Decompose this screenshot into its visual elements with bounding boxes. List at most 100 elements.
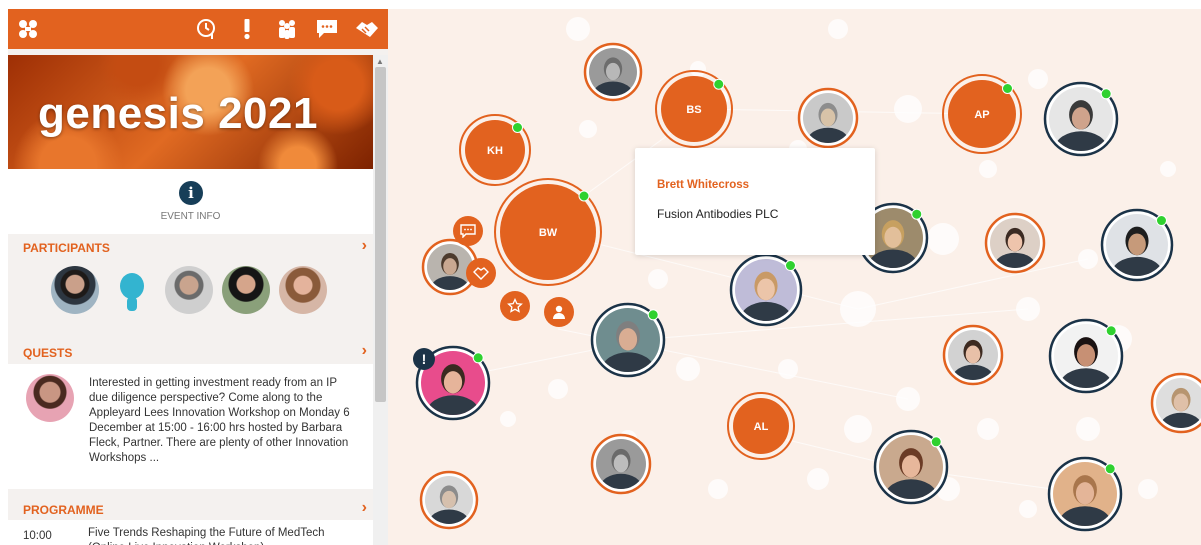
- hub-chat-button[interactable]: [453, 216, 483, 246]
- sidebar: genesis 2021 ▲ i EVENT INFO PARTICIPANTS…: [8, 9, 388, 545]
- quests-header[interactable]: QUESTS ›: [8, 339, 373, 363]
- participant-avatar[interactable]: [279, 266, 327, 314]
- participant-node[interactable]: [873, 429, 949, 514]
- background-bubble: [977, 418, 999, 440]
- event-info-label: EVENT INFO: [160, 211, 221, 222]
- participants-chevron-icon[interactable]: ›: [362, 237, 367, 255]
- participant-node[interactable]: [590, 433, 652, 502]
- node-bs[interactable]: BS: [655, 70, 733, 148]
- quest-text: Interested in getting investment ready f…: [89, 377, 350, 464]
- scrollbar-thumb[interactable]: [375, 67, 386, 402]
- top-toolbar: [8, 9, 388, 49]
- participant-card[interactable]: Brett Whitecross Fusion Antibodies PLC: [635, 148, 875, 255]
- online-status-dot: [472, 352, 484, 364]
- participant-node[interactable]: [1150, 372, 1201, 441]
- chat-icon: [460, 224, 476, 238]
- programme-item[interactable]: 10:00 Five Trends Reshaping the Future o…: [8, 520, 373, 545]
- participant-node[interactable]: [942, 324, 1004, 393]
- event-info-button[interactable]: i EVENT INFO: [8, 169, 373, 234]
- participant-node[interactable]: [797, 87, 859, 156]
- node-kh[interactable]: KH: [459, 114, 531, 186]
- online-status-dot: [512, 122, 523, 133]
- people-icon[interactable]: [274, 16, 300, 42]
- online-status-dot: [1105, 325, 1117, 337]
- online-status-dot: [784, 260, 796, 272]
- online-status-dot: [1100, 88, 1112, 100]
- node-ap[interactable]: AP: [942, 74, 1022, 154]
- banner-title: genesis 2021: [38, 89, 318, 138]
- participant-avatar[interactable]: [165, 266, 213, 314]
- scroll-up-arrow-icon[interactable]: ▲: [376, 57, 384, 66]
- programme-title: PROGRAMME: [23, 503, 104, 517]
- online-status-dot: [713, 78, 725, 90]
- participant-avatar[interactable]: [51, 266, 99, 314]
- network-graph: KH BS AP BW AL: [415, 17, 1201, 541]
- background-bubble: [548, 379, 568, 399]
- background-bubble: [844, 415, 872, 443]
- online-status-dot: [911, 208, 923, 220]
- programme-header[interactable]: PROGRAMME ›: [8, 496, 373, 520]
- participant-node[interactable]: [419, 470, 479, 536]
- background-bubble: [1138, 479, 1158, 499]
- background-bubble: [807, 468, 829, 490]
- info-icon: i: [179, 181, 203, 205]
- online-status-dot: [647, 309, 659, 321]
- handshake-icon[interactable]: [354, 16, 380, 42]
- node-initials: AL: [754, 421, 769, 433]
- online-status-dot: [1104, 463, 1116, 475]
- node-initials: AP: [974, 109, 989, 121]
- background-bubble: [676, 357, 700, 381]
- online-status-dot: [1155, 215, 1167, 227]
- background-bubble: [894, 95, 922, 123]
- background-bubble: [690, 61, 706, 77]
- background-bubble: [579, 120, 597, 138]
- programme-time: 10:00: [23, 530, 52, 542]
- background-bubble: [500, 411, 516, 427]
- node-initials: KH: [487, 145, 503, 157]
- network-view[interactable]: KH BS AP BW AL ! Brett Whitecross Fusion Ant…: [388, 9, 1201, 545]
- online-status-dot: [578, 190, 590, 202]
- hub-handshake-button[interactable]: [466, 258, 496, 288]
- quests-chevron-icon[interactable]: ›: [362, 342, 367, 360]
- participants-header[interactable]: PARTICIPANTS ›: [8, 234, 373, 258]
- event-banner: genesis 2021: [8, 55, 373, 169]
- participant-node[interactable]: [729, 253, 803, 336]
- programme-chevron-icon[interactable]: ›: [362, 499, 367, 517]
- participant-avatar-placeholder[interactable]: [108, 266, 156, 314]
- card-organization: Fusion Antibodies PLC: [657, 207, 779, 221]
- star-icon: [507, 298, 523, 313]
- background-bubble: [708, 479, 728, 499]
- participant-avatar[interactable]: [222, 266, 270, 314]
- alert-badge[interactable]: !: [413, 348, 435, 370]
- participant-node[interactable]: [1048, 318, 1124, 403]
- background-bubble: [927, 223, 959, 255]
- participant-node[interactable]: [1043, 81, 1119, 166]
- background-bubble: [979, 160, 997, 178]
- clock-icon[interactable]: [194, 16, 220, 42]
- quest-avatar: [26, 374, 74, 422]
- online-status-dot: [1002, 83, 1013, 94]
- sidebar-scrollbar[interactable]: ▲: [373, 55, 388, 545]
- background-bubble: [1160, 161, 1176, 177]
- participant-node[interactable]: [1047, 456, 1123, 541]
- participant-node[interactable]: [583, 42, 643, 108]
- background-bubble: [1019, 500, 1037, 518]
- participants-list: [8, 258, 373, 338]
- hub-profile-button[interactable]: [544, 297, 574, 327]
- chat-icon[interactable]: [314, 16, 340, 42]
- quest-item[interactable]: Interested in getting investment ready f…: [8, 364, 373, 489]
- participant-node[interactable]: [590, 302, 666, 387]
- sidebar-content: i EVENT INFO PARTICIPANTS › QUESTS › Int…: [8, 169, 373, 545]
- card-participant-name[interactable]: Brett Whitecross: [657, 179, 749, 191]
- participant-node[interactable]: [1100, 208, 1174, 291]
- background-bubble: [648, 269, 668, 289]
- background-bubble: [1028, 69, 1048, 89]
- node-bw[interactable]: BW: [494, 178, 602, 286]
- exclamation-icon[interactable]: [234, 16, 260, 42]
- genesis-logo-icon[interactable]: [8, 9, 48, 49]
- node-initials: BS: [686, 104, 701, 116]
- quests-title: QUESTS: [23, 346, 73, 360]
- node-al[interactable]: AL: [727, 392, 795, 460]
- hub-favorite-button[interactable]: [500, 291, 530, 321]
- background-bubble: [566, 17, 590, 41]
